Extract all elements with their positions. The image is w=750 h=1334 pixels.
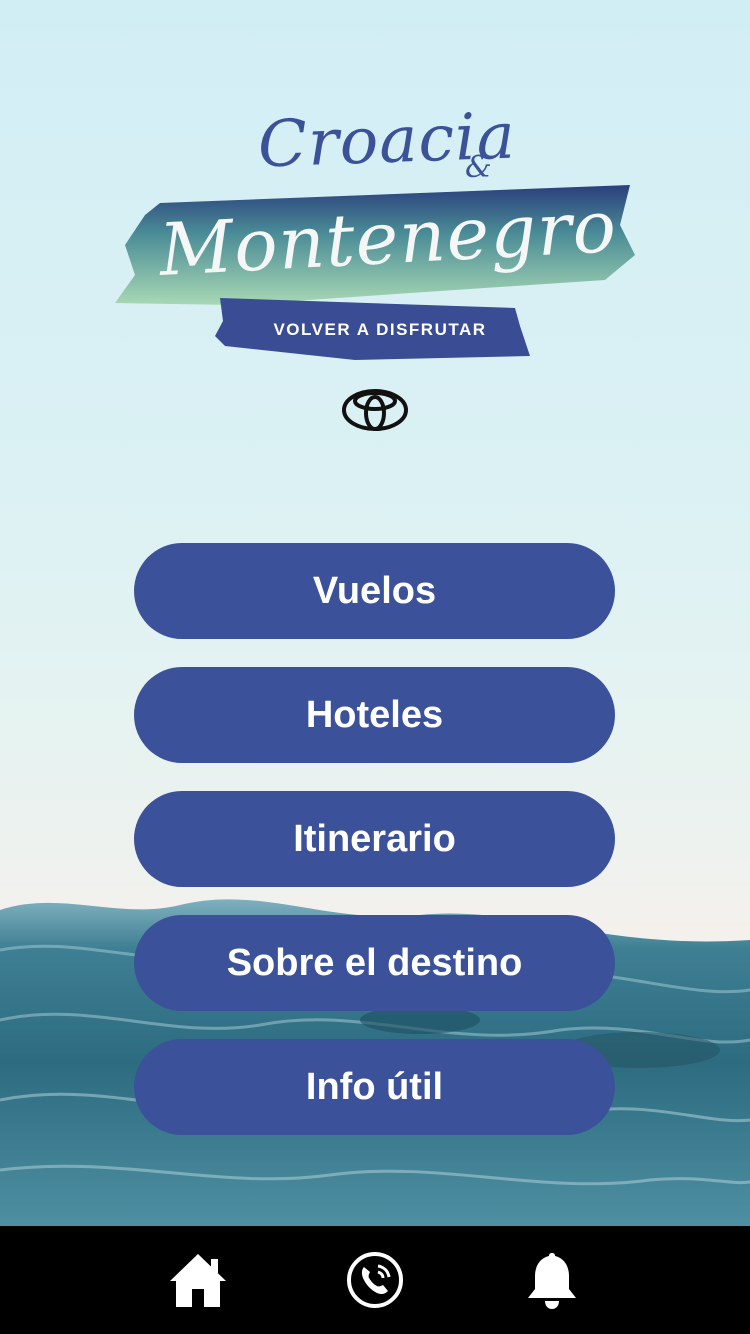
toyota-logo-icon — [342, 389, 408, 431]
itinerario-button[interactable]: Itinerario — [134, 791, 615, 887]
sobre-el-destino-button[interactable]: Sobre el destino — [134, 915, 615, 1011]
phone-icon — [346, 1252, 403, 1308]
bottom-tab-bar — [0, 1226, 750, 1334]
bell-icon — [527, 1253, 576, 1309]
info-util-button[interactable]: Info útil — [134, 1039, 615, 1135]
logo-tagline: VOLVER A DISFRUTAR — [273, 320, 487, 339]
hoteles-button[interactable]: Hoteles — [134, 667, 615, 763]
tab-home[interactable] — [163, 1245, 233, 1315]
main-menu: Vuelos Hoteles Itinerario Sobre el desti… — [134, 543, 615, 1163]
home-icon — [170, 1254, 227, 1307]
vuelos-button[interactable]: Vuelos — [134, 543, 615, 639]
tab-notifications[interactable] — [517, 1245, 587, 1315]
tab-phone[interactable] — [340, 1245, 410, 1315]
logo-ampersand: & — [465, 150, 492, 185]
